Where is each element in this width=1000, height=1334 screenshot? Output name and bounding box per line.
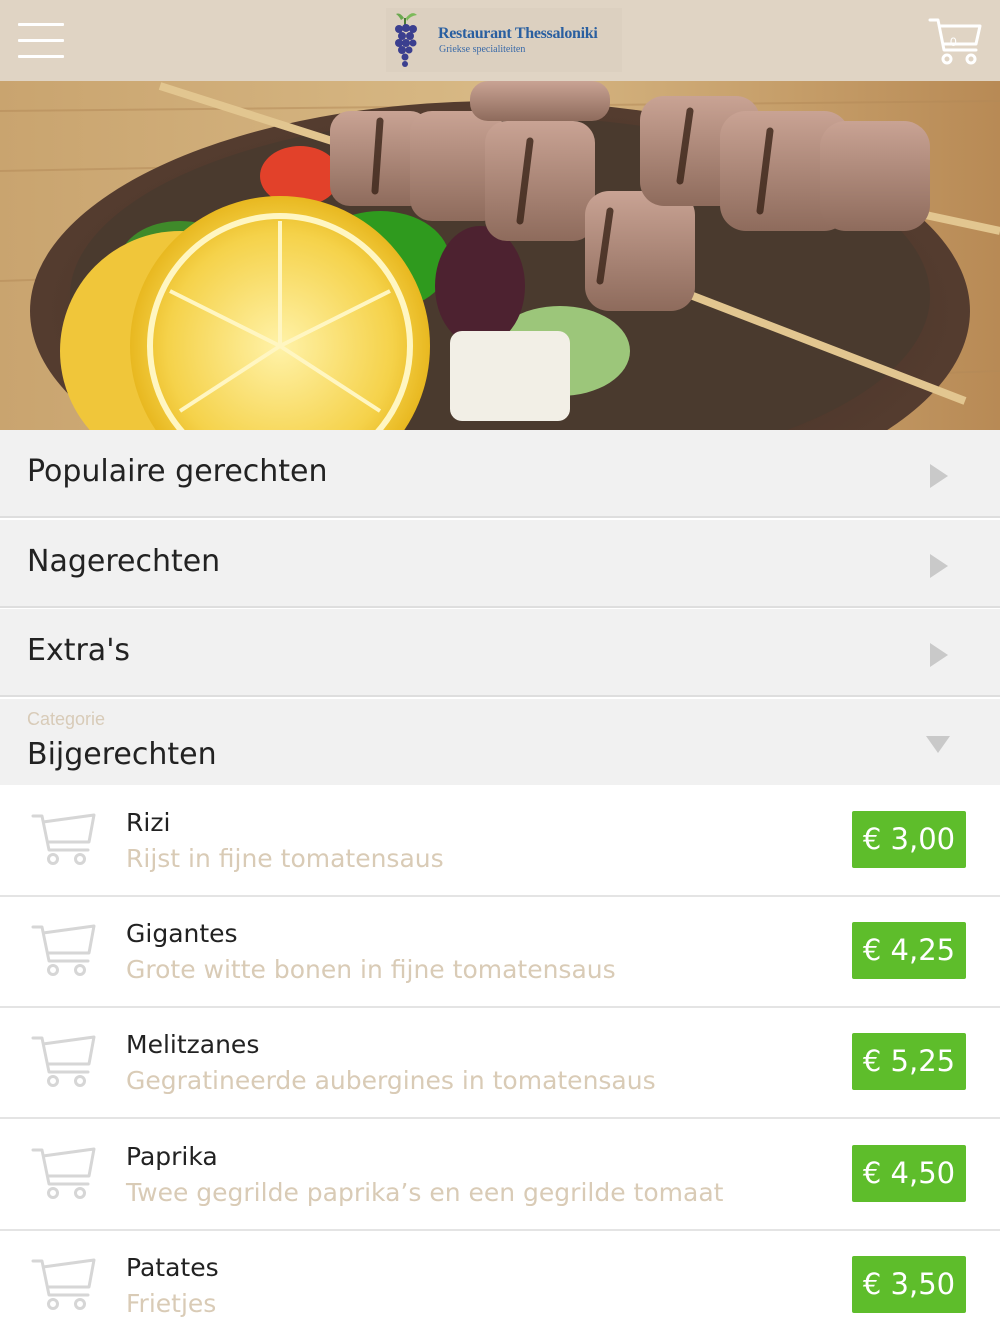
- header-cart-button[interactable]: 0: [928, 16, 984, 68]
- category-label: Populaire gerechten: [27, 454, 328, 489]
- add-to-cart-button[interactable]: [30, 1144, 98, 1202]
- souvlaki-salad-illustration: [0, 81, 1000, 430]
- category-label: Nagerechten: [27, 544, 221, 579]
- triangle-right-icon: [930, 464, 948, 488]
- product-row[interactable]: Gigantes Grote witte bonen in fijne tomat…: [0, 897, 1000, 1008]
- product-name: Melitzanes: [126, 1030, 260, 1059]
- triangle-right-icon: [930, 554, 948, 578]
- add-to-cart-button[interactable]: [30, 1032, 98, 1090]
- shopping-cart-icon: [31, 924, 96, 976]
- category-row-populaire[interactable]: Populaire gerechten: [0, 430, 1000, 518]
- price-button[interactable]: € 3,00: [852, 811, 966, 868]
- product-description: Rijst in fijne tomatensaus: [126, 844, 444, 873]
- hero-food-image: [0, 81, 1000, 430]
- add-to-cart-button[interactable]: [30, 1255, 98, 1313]
- cart-count-badge: 0: [950, 35, 957, 49]
- product-description: Frietjes: [126, 1289, 217, 1318]
- product-name: Gigantes: [126, 919, 238, 948]
- product-row[interactable]: Patates Frietjes € 3,50: [0, 1231, 1000, 1334]
- restaurant-logo[interactable]: Restaurant Thessaloniki Griekse speciali…: [386, 8, 622, 72]
- price-button[interactable]: € 3,50: [852, 1256, 966, 1313]
- price-button[interactable]: € 5,25: [852, 1033, 966, 1090]
- category-row-nagerechten[interactable]: Nagerechten: [0, 520, 1000, 608]
- category-row-extras[interactable]: Extra's: [0, 609, 1000, 697]
- price-button[interactable]: € 4,50: [852, 1145, 966, 1202]
- add-to-cart-button[interactable]: [30, 921, 98, 979]
- product-description: Gegratineerde aubergines in tomatensaus: [126, 1066, 656, 1095]
- shopping-cart-icon: [31, 1147, 96, 1199]
- product-name: Rizi: [126, 808, 171, 837]
- shopping-cart-icon: [31, 813, 96, 865]
- add-to-cart-button[interactable]: [30, 810, 98, 868]
- category-label: Extra's: [27, 633, 131, 668]
- app-header: Restaurant Thessaloniki Griekse speciali…: [0, 0, 1000, 81]
- product-description: Twee gegrilde paprika’s en een gegrilde …: [126, 1178, 724, 1207]
- category-select[interactable]: Categorie Bijgerechten: [0, 699, 1000, 785]
- product-name: Patates: [126, 1253, 219, 1282]
- category-select-caption: Categorie: [27, 709, 106, 729]
- grapes-logo-icon: [395, 13, 417, 67]
- triangle-down-icon: [926, 736, 950, 753]
- product-row[interactable]: Rizi Rijst in fijne tomatensaus € 3,00: [0, 786, 1000, 897]
- product-name: Paprika: [126, 1142, 218, 1171]
- hamburger-menu-icon[interactable]: [18, 21, 64, 59]
- logo-subtitle: Griekse specialiteiten: [439, 44, 526, 55]
- triangle-right-icon: [930, 643, 948, 667]
- logo-title: Restaurant Thessaloniki: [438, 25, 598, 42]
- product-row[interactable]: Paprika Twee gegrilde paprika’s en een ge…: [0, 1120, 1000, 1231]
- product-row[interactable]: Melitzanes Gegratineerde aubergines in to…: [0, 1008, 1000, 1119]
- shopping-cart-icon: [31, 1258, 96, 1310]
- product-description: Grote witte bonen in fijne tomatensaus: [126, 955, 616, 984]
- shopping-cart-icon: [31, 1035, 96, 1087]
- price-button[interactable]: € 4,25: [852, 922, 966, 979]
- category-select-value: Bijgerechten: [27, 737, 217, 772]
